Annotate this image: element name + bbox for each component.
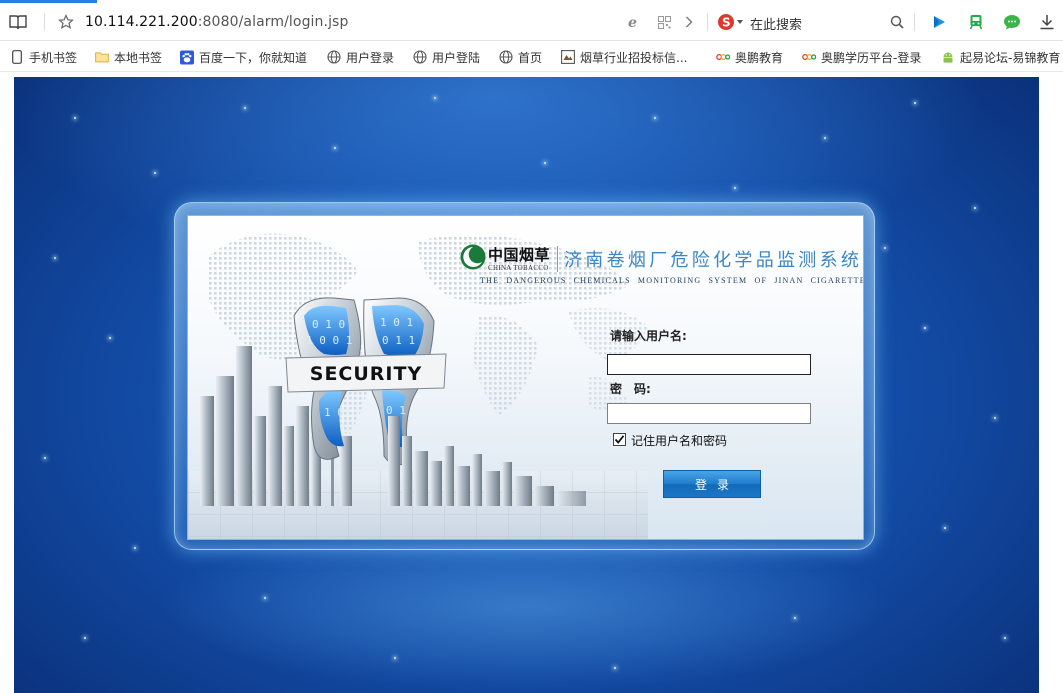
- bookmark-mobile[interactable]: 手机书签: [10, 48, 77, 66]
- system-title-cn: 济南卷烟厂危险化学品监测系统: [564, 250, 863, 271]
- username-input[interactable]: [607, 354, 811, 375]
- bookmark-home[interactable]: 首页: [499, 48, 542, 66]
- bookmark-local[interactable]: 本地书签: [95, 48, 162, 66]
- svg-text:1 0: 1 0: [324, 406, 344, 419]
- url-path: :8080/alarm/login.jsp: [197, 14, 349, 30]
- baidu-paw-icon: [180, 50, 194, 64]
- bookmarks-bar: 手机书签 本地书签 百度一下，你就知道 用户登录 用户登陆 首页 烟草行业招投标…: [0, 42, 1063, 72]
- reading-mode-icon[interactable]: [8, 12, 28, 32]
- bookmark-label: 用户登录: [346, 50, 395, 65]
- remember-label[interactable]: 记住用户名和密码: [631, 432, 727, 449]
- bookmark-label: 起易论坛-易锦教育: [960, 50, 1061, 65]
- globe-icon: [327, 50, 341, 64]
- bookmark-label: 百度一下，你就知道: [199, 50, 308, 65]
- address-bar: 10.114.221.200:8080/alarm/login.jsp e S …: [0, 3, 1063, 41]
- login-panel: 0 1 0 1 0 0 1 1 0 1 0 1 1 1 0 0 1 SECURI…: [187, 215, 864, 540]
- svg-text:1 0 0 1: 1 0 0 1: [306, 334, 352, 347]
- bookmark-label: 本地书签: [114, 50, 163, 65]
- globe-icon: [499, 50, 513, 64]
- train-ticket-icon[interactable]: [966, 12, 986, 32]
- aopeng-icon: [716, 50, 730, 64]
- url-host: 10.114.221.200: [85, 14, 198, 30]
- password-input[interactable]: [607, 403, 811, 424]
- shield-text: SECURITY: [310, 363, 422, 385]
- system-title-en: THE DANGEROUS CHEMICALS MONITORING SYSTE…: [480, 276, 864, 285]
- bookmark-user-login-1[interactable]: 用户登录: [327, 48, 394, 66]
- url-field[interactable]: 10.114.221.200:8080/alarm/login.jsp: [85, 14, 348, 30]
- checkmark-icon: [614, 435, 625, 444]
- star-bookmark-icon[interactable]: [56, 12, 76, 32]
- search-icon[interactable]: [888, 12, 906, 32]
- brand-name-cn: 中国烟草: [488, 246, 551, 264]
- bookmark-label: 烟草行业招投标信...: [580, 50, 688, 65]
- bookmark-aopeng[interactable]: 奥鹏教育: [716, 48, 783, 66]
- bookmark-tobacco-bidding[interactable]: 烟草行业招投标信...: [561, 48, 687, 66]
- bookmark-aopeng-platform[interactable]: 奥鹏学历平台-登录: [802, 48, 921, 66]
- brand-divider: [557, 246, 558, 272]
- folder-icon: [95, 50, 109, 64]
- search-placeholder[interactable]: 在此搜索: [750, 14, 802, 33]
- bookmark-label: 手机书签: [29, 50, 78, 65]
- ie-engine-icon[interactable]: e: [625, 12, 643, 32]
- svg-text:0 1 0: 0 1 0: [312, 318, 345, 331]
- chevron-right-icon[interactable]: [681, 12, 697, 32]
- qrcode-icon[interactable]: [655, 12, 673, 32]
- svg-text:1 0 1: 1 0 1: [380, 316, 413, 329]
- android-icon: [941, 50, 955, 64]
- aopeng-icon: [802, 50, 816, 64]
- chat-bubble-icon[interactable]: [1002, 12, 1022, 32]
- page-icon: [561, 50, 575, 64]
- login-page-background: 0 1 0 1 0 0 1 1 0 1 0 1 1 1 0 0 1 SECURI…: [14, 77, 1039, 693]
- video-play-icon[interactable]: [929, 12, 949, 32]
- bookmark-label: 用户登陆: [432, 50, 481, 65]
- password-label: 密 码:: [610, 382, 651, 396]
- china-tobacco-logo-icon: [460, 244, 486, 270]
- separator: [914, 13, 915, 31]
- bookmark-label: 首页: [518, 50, 543, 65]
- username-label: 请输入用户名:: [610, 329, 687, 343]
- separator: [44, 13, 45, 31]
- bookmark-label: 奥鹏教育: [735, 50, 784, 65]
- svg-text:0 1: 0 1: [386, 404, 406, 417]
- svg-text:e: e: [628, 15, 637, 29]
- download-icon[interactable]: [1037, 12, 1057, 32]
- security-shield-illustration: 0 1 0 1 0 0 1 1 0 1 0 1 1 1 0 0 1 SECURI…: [200, 297, 586, 506]
- bookmark-label: 奥鹏学历平台-登录: [821, 50, 922, 65]
- separator: [707, 13, 708, 31]
- bookmark-baidu[interactable]: 百度一下，你就知道: [180, 48, 307, 66]
- login-button[interactable]: 登录: [663, 470, 761, 498]
- svg-text:S: S: [722, 16, 731, 30]
- search-engine-selector-icon[interactable]: S: [716, 12, 746, 32]
- phone-icon: [10, 50, 24, 64]
- remember-checkbox[interactable]: [613, 433, 626, 446]
- login-panel-frame: 0 1 0 1 0 0 1 1 0 1 0 1 1 1 0 0 1 SECURI…: [174, 202, 875, 550]
- brand-name-en: CHINA TOBACCO: [488, 264, 549, 272]
- bookmark-qiyi-forum[interactable]: 起易论坛-易锦教育: [941, 48, 1060, 66]
- svg-text:0 1 1: 0 1 1: [382, 334, 415, 347]
- bookmark-user-login-2[interactable]: 用户登陆: [413, 48, 480, 66]
- globe-icon: [413, 50, 427, 64]
